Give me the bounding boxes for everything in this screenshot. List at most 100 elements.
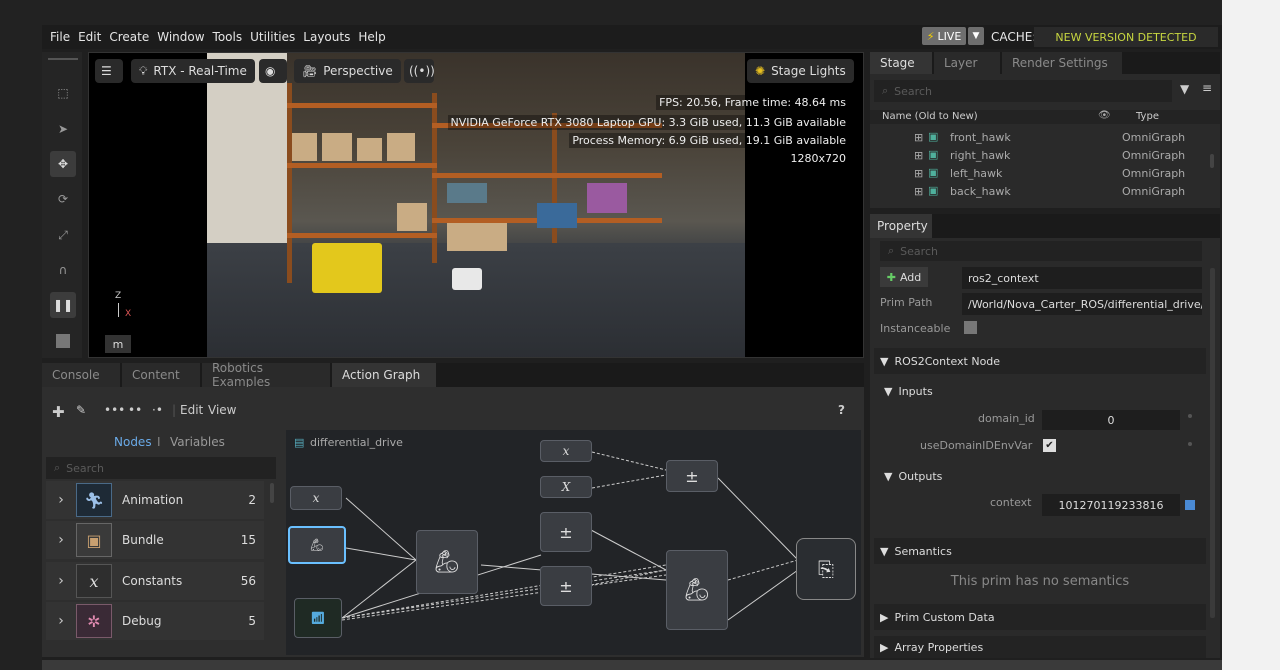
filter-icon[interactable]: ▼ — [1180, 82, 1189, 96]
snap-tool[interactable]: ∩ — [50, 257, 76, 283]
expand-plus-icon[interactable]: ⊞ — [914, 131, 923, 144]
node-search-input[interactable]: ⌕ Search — [46, 457, 276, 479]
edit-graph-button[interactable]: ✎ — [76, 403, 86, 417]
stage-row[interactable]: ⊞ ▣ right_hawk OmniGraph — [870, 147, 1220, 165]
move-tool[interactable]: ✥ — [50, 151, 76, 177]
hamburger-menu-icon[interactable]: ≡ — [1202, 81, 1212, 95]
stage-search-input[interactable]: ⌕ Search — [874, 80, 1172, 102]
rotate-tool[interactable]: ⟳ — [50, 186, 76, 212]
property-search-input[interactable]: ⌕ Search — [880, 241, 1202, 261]
unlink-button[interactable]: ·• — [152, 403, 163, 417]
blue-barrels — [537, 203, 577, 228]
link-button[interactable]: •• — [128, 403, 142, 417]
category-constants[interactable]: › x Constants 56 — [46, 562, 264, 600]
menu-utilities[interactable]: Utilities — [250, 30, 295, 44]
cube-select-tool[interactable]: ⬚ — [50, 80, 76, 106]
property-scrollbar[interactable] — [1210, 268, 1215, 618]
tab-robotics-examples[interactable]: Robotics Examples — [202, 361, 330, 389]
stage-row[interactable]: ⊞ ▣ front_hawk OmniGraph — [870, 129, 1220, 147]
graph-editor[interactable]: ▤ differential_drive x 🦾︎ 📶︎ 🦾︎ x X ± ± … — [286, 430, 861, 655]
audio-button[interactable]: ((•)) — [404, 59, 435, 83]
connect-nodes-button[interactable]: ••• — [104, 403, 125, 417]
tab-console[interactable]: Console — [42, 363, 120, 387]
renderer-button[interactable]: 💡︎ RTX - Real-Time — [131, 59, 255, 83]
tab-nodes[interactable]: Nodes — [114, 435, 152, 449]
tab-stage[interactable]: Stage — [870, 52, 932, 74]
tab-content[interactable]: Content — [122, 363, 200, 387]
arithmetic-node[interactable]: ± — [540, 566, 592, 606]
add-graph-button[interactable]: ✚ — [52, 403, 65, 421]
category-debug[interactable]: › ✲ Debug 5 — [46, 602, 264, 640]
expand-plus-icon[interactable]: ⊞ — [914, 149, 923, 162]
stage-row[interactable]: ⊞ ▣ left_hawk OmniGraph — [870, 165, 1220, 183]
camera-button[interactable]: 🎥︎ Perspective — [294, 59, 401, 83]
x-variable-icon: x — [76, 564, 112, 598]
menu-help[interactable]: Help — [358, 30, 385, 44]
prim-name-field[interactable]: ros2_context — [962, 267, 1202, 289]
cache-status[interactable]: NEW VERSION DETECTED — [1034, 27, 1218, 47]
category-bundle[interactable]: › ▣ Bundle 15 — [46, 521, 264, 559]
menu-layouts[interactable]: Layouts — [303, 30, 350, 44]
ros2-context-node[interactable]: 📶︎ — [294, 598, 342, 638]
arithmetic-node[interactable]: ± — [540, 512, 592, 552]
constant-node[interactable]: x — [540, 440, 592, 462]
ros2context-node-section[interactable]: ▼ ROS2Context Node — [874, 348, 1206, 374]
select-tool[interactable]: ➤ — [50, 116, 76, 142]
constant-node[interactable]: X — [540, 476, 592, 498]
menu-edit[interactable]: Edit — [78, 30, 101, 44]
live-dropdown-button[interactable]: ▼ — [968, 27, 984, 45]
inputs-section[interactable]: ▼ Inputs — [880, 380, 1204, 402]
semantics-section[interactable]: ▼ Semantics — [874, 538, 1206, 564]
viewport[interactable]: ☰ 💡︎ RTX - Real-Time ◉ 🎥︎ Perspective ((… — [88, 52, 864, 358]
prim-custom-data-section[interactable]: ▶ Prim Custom Data — [874, 604, 1206, 630]
menu-graph-view[interactable]: View — [208, 403, 236, 417]
live-button[interactable]: ⚡ LIVE — [922, 27, 966, 45]
status-bar — [42, 660, 1222, 670]
toolbar-grip[interactable] — [48, 58, 78, 60]
col-type-header[interactable]: Type — [1136, 111, 1159, 122]
stage-lights-button[interactable]: ✺ Stage Lights — [747, 59, 854, 83]
tab-action-graph[interactable]: Action Graph — [332, 363, 436, 387]
help-button[interactable]: ? — [838, 403, 845, 417]
shelf-upright — [287, 83, 292, 283]
use-domain-id-checkbox[interactable]: ✔ — [1043, 439, 1056, 452]
prim-path-field[interactable]: /World/Nova_Carter_ROS/differential_driv… — [962, 293, 1202, 315]
col-name-header[interactable]: Name (Old to New) — [882, 111, 978, 122]
tab-property[interactable]: Property — [870, 214, 932, 238]
tab-render-settings[interactable]: Render Settings — [1002, 52, 1122, 74]
pause-button[interactable]: ❚❚ — [50, 292, 76, 318]
category-animation[interactable]: › 🏃︎ Animation 2 — [46, 481, 264, 519]
pause-icon: ❚❚ — [52, 298, 74, 312]
menu-graph-edit[interactable]: Edit — [180, 403, 203, 417]
expand-plus-icon[interactable]: ⊞ — [914, 185, 923, 198]
add-button[interactable]: ✚ Add — [880, 267, 928, 287]
menu-tools[interactable]: Tools — [213, 30, 243, 44]
outputs-section[interactable]: ▼ Outputs — [880, 465, 1204, 487]
context-field[interactable]: 101270119233816 — [1042, 494, 1180, 516]
cardboard-box — [447, 223, 507, 251]
array-properties-section[interactable]: ▶ Array Properties — [874, 636, 1206, 658]
category-scrollbar[interactable] — [270, 483, 274, 503]
expand-plus-icon[interactable]: ⊞ — [914, 167, 923, 180]
stage-scrollbar[interactable] — [1210, 154, 1214, 168]
menu-create[interactable]: Create — [109, 30, 149, 44]
arithmetic-node[interactable]: ± — [666, 460, 718, 492]
menu-window[interactable]: Window — [157, 30, 204, 44]
stage-row[interactable]: ⊞ ▣ back_hawk OmniGraph — [870, 183, 1220, 201]
eye-icon[interactable]: 👁︎ — [1098, 110, 1111, 121]
scale-tool[interactable]: ⤢ — [50, 222, 76, 248]
stop-button[interactable] — [50, 328, 76, 354]
constant-node[interactable]: x — [290, 486, 342, 510]
differential-controller-node[interactable]: 🦾︎ — [416, 530, 478, 594]
on-playback-tick-node[interactable]: 🦾︎ — [288, 526, 346, 564]
domain-id-field[interactable]: 0 — [1042, 410, 1180, 430]
tab-layer[interactable]: Layer — [934, 52, 1000, 74]
graph-output-node[interactable]: ⎘ — [796, 538, 856, 600]
visibility-button[interactable]: ◉ — [259, 59, 287, 83]
tab-variables[interactable]: Variables — [170, 435, 225, 449]
viewport-settings-button[interactable]: ☰ — [95, 59, 123, 83]
articulation-controller-node[interactable]: 🦾︎ — [666, 550, 728, 630]
memory-stat: Process Memory: 6.9 GiB used, 19.1 GiB a… — [569, 133, 849, 148]
menu-file[interactable]: File — [50, 30, 70, 44]
instanceable-checkbox[interactable] — [964, 321, 977, 334]
